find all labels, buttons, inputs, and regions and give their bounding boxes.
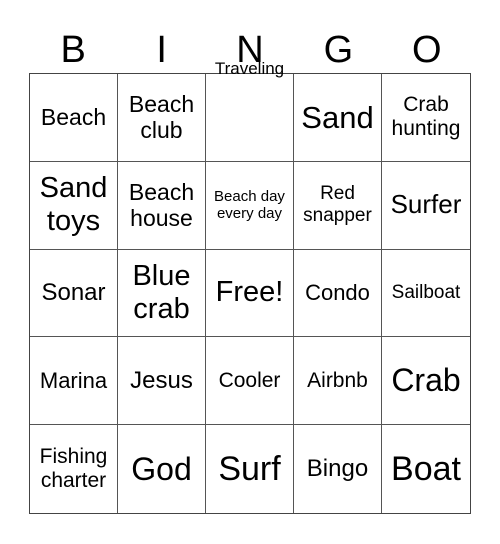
bingo-cell[interactable]: Airbnb: [294, 337, 382, 426]
bingo-card-grid: Beach Beach club Traveling Sand Crab hunting…: [29, 59, 471, 514]
bingo-cell-label: Beach club: [128, 90, 195, 144]
bingo-cell-label: Sand: [301, 99, 374, 135]
bingo-cell[interactable]: Sonar: [30, 249, 118, 338]
bingo-cell-label: Condo: [305, 280, 370, 306]
bingo-cell-label: Bingo: [306, 455, 369, 483]
bingo-cell-label: Free!: [215, 276, 284, 309]
bingo-cell[interactable]: Sand toys: [30, 161, 118, 250]
bingo-cell[interactable]: Beach day every day: [206, 161, 294, 250]
bingo-cell[interactable]: Red snapper: [294, 161, 382, 250]
bingo-cell-label: God: [131, 450, 192, 487]
bingo-cell-label: Sailboat: [391, 282, 461, 304]
bingo-cell-label: Surf: [218, 449, 281, 488]
bingo-cell[interactable]: Fishing charter: [30, 425, 118, 513]
bingo-cell[interactable]: Beach: [30, 74, 118, 162]
bingo-cell-label: Red snapper: [303, 183, 372, 227]
bingo-cell[interactable]: Traveling: [206, 59, 294, 162]
bingo-cell-label: Crab: [391, 362, 461, 399]
bingo-cell[interactable]: Condo: [294, 249, 382, 338]
bingo-cell[interactable]: Blue crab: [118, 249, 206, 338]
bingo-cell-label: Sand toys: [39, 171, 108, 238]
bingo-cell[interactable]: Sailboat: [382, 250, 470, 338]
header-letter-o: O: [412, 29, 442, 71]
header-letter-g: G: [323, 29, 354, 71]
header-letter-i: I: [156, 29, 167, 71]
bingo-cell-label: Beach: [40, 104, 107, 131]
bingo-cell[interactable]: Jesus: [118, 337, 206, 426]
bingo-cell[interactable]: Sand: [294, 74, 382, 162]
header-letter-b: B: [60, 29, 86, 71]
bingo-cell-label: Beach house: [128, 178, 195, 232]
bingo-cell[interactable]: Boat: [382, 425, 470, 513]
bingo-cell-label: Surfer: [390, 189, 462, 220]
bingo-cell-label: Traveling: [214, 59, 285, 78]
bingo-cell[interactable]: Crab: [382, 337, 470, 426]
bingo-cell-label: Boat: [391, 449, 461, 488]
bingo-cell-label: Sonar: [41, 279, 106, 307]
bingo-cell[interactable]: Beach club: [118, 74, 206, 162]
bingo-cell-label: Cooler: [218, 368, 281, 392]
bingo-cell-label: Blue crab: [132, 259, 191, 325]
bingo-cell-label: Fishing charter: [39, 444, 108, 493]
bingo-cell[interactable]: God: [118, 425, 206, 513]
bingo-cell[interactable]: Surf: [206, 425, 294, 513]
bingo-cell[interactable]: Free!: [206, 249, 294, 338]
bingo-cell-label: Crab hunting: [391, 93, 461, 141]
bingo-cell[interactable]: Marina: [30, 337, 118, 426]
bingo-cell[interactable]: Surfer: [382, 162, 470, 250]
bingo-cell[interactable]: Bingo: [294, 425, 382, 513]
bingo-cell[interactable]: Crab hunting: [382, 74, 470, 162]
bingo-cell-label: Beach day every day: [214, 187, 285, 223]
bingo-cell[interactable]: Beach house: [118, 161, 206, 250]
bingo-cell[interactable]: Cooler: [206, 337, 294, 426]
bingo-cell-label: Airbnb: [307, 368, 368, 392]
bingo-cell-label: Jesus: [130, 366, 193, 394]
bingo-cell-label: Marina: [39, 368, 108, 394]
